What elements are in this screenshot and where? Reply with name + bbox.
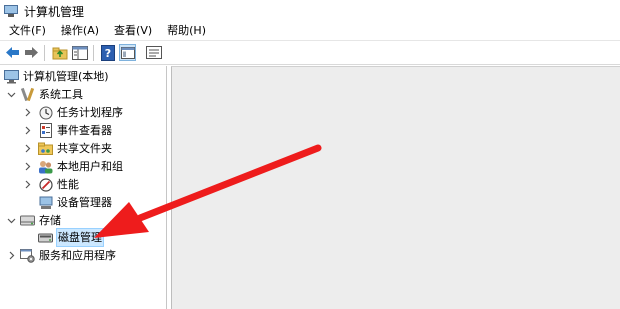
red-arrow-annotation: [94, 144, 322, 238]
